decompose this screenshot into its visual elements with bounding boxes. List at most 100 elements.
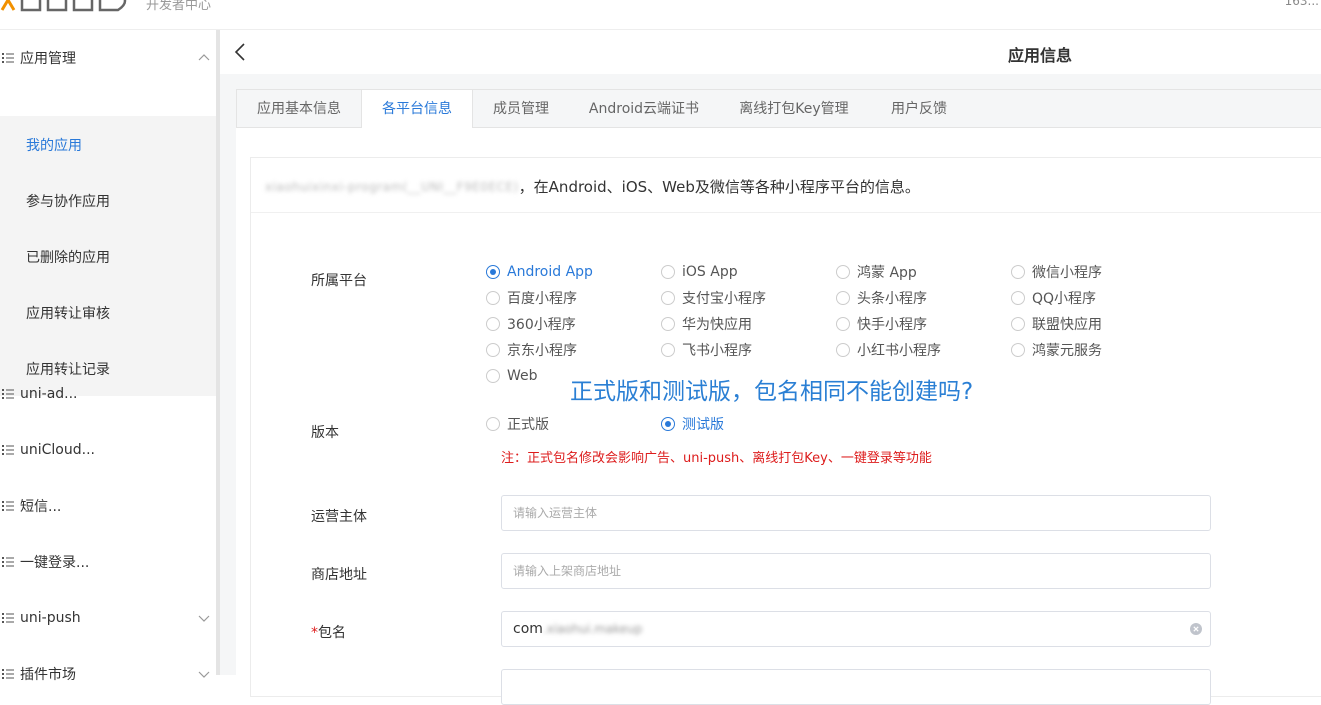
radio-label: 华为快应用 [682, 317, 752, 333]
radio-icon [486, 417, 500, 431]
list-icon [2, 669, 14, 679]
tab-feedback[interactable]: 用户反馈 [869, 90, 969, 128]
list-icon [2, 53, 14, 63]
radio-jd-mp[interactable]: 京东小程序 [486, 340, 577, 360]
sidebar-item-deleted-apps[interactable]: 已删除的应用 [0, 228, 216, 284]
operator-input[interactable]: 请输入运营主体 [501, 495, 1211, 531]
radio-label: 正式版 [507, 417, 549, 433]
sidebar-item-my-apps[interactable]: 我的应用 [0, 116, 216, 172]
chevron-down-icon [198, 671, 210, 678]
tab-android-cert[interactable]: Android云端证书 [569, 90, 719, 128]
chevron-up-icon [198, 54, 210, 61]
dcloud-logo[interactable] [0, 0, 140, 12]
package-name-input[interactable]: com.xiaohui.makeup [501, 611, 1211, 647]
tab-label: Android云端证书 [588, 101, 700, 117]
radio-harmony-app[interactable]: 鸿蒙 App [836, 262, 917, 282]
radio-icon [836, 343, 850, 357]
radio-icon [661, 265, 675, 279]
list-icon [2, 557, 14, 567]
package-value-blurred: .xiaohui.makeup [542, 622, 643, 636]
radio-label: 快手小程序 [857, 317, 927, 333]
tab-offline-key[interactable]: 离线打包Key管理 [719, 90, 869, 128]
sidebar-item-sms[interactable]: 短信... [0, 478, 216, 534]
sidebar-item-collab-apps[interactable]: 参与协作应用 [0, 172, 216, 228]
sidebar-item-uni-push[interactable]: uni-push [0, 590, 216, 646]
sidebar: 应用管理 我的应用 参与协作应用 已删除的应用 应用转让审核 应用转让记录 un… [0, 30, 216, 683]
next-input[interactable] [501, 669, 1211, 705]
radio-harmony-atomic[interactable]: 鸿蒙元服务 [1011, 340, 1102, 360]
radio-union-quickapp[interactable]: 联盟快应用 [1011, 314, 1102, 334]
top-bar: 开发者中心 ⌃ 163... [0, 0, 1321, 30]
radio-label: 微信小程序 [1032, 265, 1102, 281]
sidebar-item-transfer-review[interactable]: 应用转让审核 [0, 284, 216, 340]
radio-label: 小红书小程序 [857, 343, 941, 359]
radio-label: 飞书小程序 [682, 343, 752, 359]
sidebar-item-label: uni-ad... [20, 386, 78, 402]
operator-placeholder: 请输入运营主体 [513, 506, 598, 520]
radio-icon [486, 265, 500, 279]
radio-kuaishou-mp[interactable]: 快手小程序 [836, 314, 927, 334]
package-prefix: com [513, 621, 543, 637]
clear-icon[interactable] [1190, 623, 1202, 635]
radio-toutiao-mp[interactable]: 头条小程序 [836, 288, 927, 308]
tab-platform-info[interactable]: 各平台信息 [361, 90, 473, 129]
sidebar-item-unicloud[interactable]: uniCloud... [0, 422, 216, 478]
radio-baidu-mp[interactable]: 百度小程序 [486, 288, 577, 308]
operator-label: 运营主体 [311, 509, 367, 525]
radio-qq-mp[interactable]: QQ小程序 [1011, 288, 1096, 308]
sidebar-group-label: 应用管理 [20, 51, 76, 67]
store-placeholder: 请输入上架商店地址 [513, 564, 622, 578]
radio-ios-app[interactable]: iOS App [661, 262, 738, 282]
radio-360-mp[interactable]: 360小程序 [486, 314, 576, 334]
app-name-blurred: xiaohuixinxi-program(__UNI__F9E0ECE) [265, 179, 519, 194]
list-icon [2, 613, 14, 623]
radio-label: Web [507, 368, 538, 384]
tab-members[interactable]: 成员管理 [473, 90, 569, 128]
radio-icon [486, 369, 500, 383]
sidebar-item-label: uniCloud... [20, 442, 95, 458]
sidebar-item-label: 短信... [20, 499, 62, 515]
radio-icon [661, 417, 675, 431]
radio-icon [1011, 265, 1025, 279]
radio-label: 鸿蒙 App [857, 265, 917, 281]
sidebar-item-uni-ad[interactable]: uni-ad... [0, 366, 216, 422]
radio-icon [486, 343, 500, 357]
package-label-text: 包名 [318, 625, 346, 641]
back-arrow-icon[interactable] [232, 42, 248, 62]
sidebar-item-label: 我的应用 [26, 138, 82, 154]
radio-label: iOS App [682, 264, 738, 280]
radio-label: 支付宝小程序 [682, 291, 766, 307]
tab-label: 应用基本信息 [257, 101, 341, 117]
radio-weixin-mp[interactable]: 微信小程序 [1011, 262, 1102, 282]
radio-icon [486, 317, 500, 331]
user-account[interactable]: ⌃ 163... [1271, 0, 1319, 8]
radio-icon [661, 291, 675, 305]
radio-feishu-mp[interactable]: 飞书小程序 [661, 340, 752, 360]
list-icon [2, 501, 14, 511]
sidebar-item-plugin-market[interactable]: 插件市场 [0, 646, 216, 702]
store-url-input[interactable]: 请输入上架商店地址 [501, 553, 1211, 589]
radio-label: 百度小程序 [507, 291, 577, 307]
radio-label: 鸿蒙元服务 [1032, 343, 1102, 359]
user-name: 163... [1284, 0, 1319, 8]
radio-android-app[interactable]: Android App [486, 262, 593, 282]
user-icon: ⌃ [1270, 0, 1285, 8]
store-label: 商店地址 [311, 567, 367, 583]
radio-test-version[interactable]: 测试版 [661, 414, 724, 434]
tab-label: 离线打包Key管理 [739, 101, 849, 117]
sidebar-item-label: 参与协作应用 [26, 194, 110, 210]
tab-label: 成员管理 [493, 101, 549, 117]
radio-web[interactable]: Web [486, 366, 538, 386]
warning-note: 注：正式包名修改会影响广告、uni-push、离线打包Key、一键登录等功能 [501, 451, 932, 466]
radio-huawei-quickapp[interactable]: 华为快应用 [661, 314, 752, 334]
tab-basic-info[interactable]: 应用基本信息 [237, 90, 361, 128]
radio-xiaohongshu-mp[interactable]: 小红书小程序 [836, 340, 941, 360]
radio-release-version[interactable]: 正式版 [486, 414, 549, 434]
sidebar-group-app-management[interactable]: 应用管理 [0, 30, 216, 86]
divider [251, 212, 1321, 213]
radio-alipay-mp[interactable]: 支付宝小程序 [661, 288, 766, 308]
platform-description: xiaohuixinxi-program(__UNI__F9E0ECE) ，在A… [265, 176, 920, 197]
description-text: ，在Android、iOS、Web及微信等各种小程序平台的信息。 [518, 178, 920, 196]
package-label: *包名 [311, 622, 346, 642]
sidebar-item-one-click-login[interactable]: 一键登录... [0, 534, 216, 590]
